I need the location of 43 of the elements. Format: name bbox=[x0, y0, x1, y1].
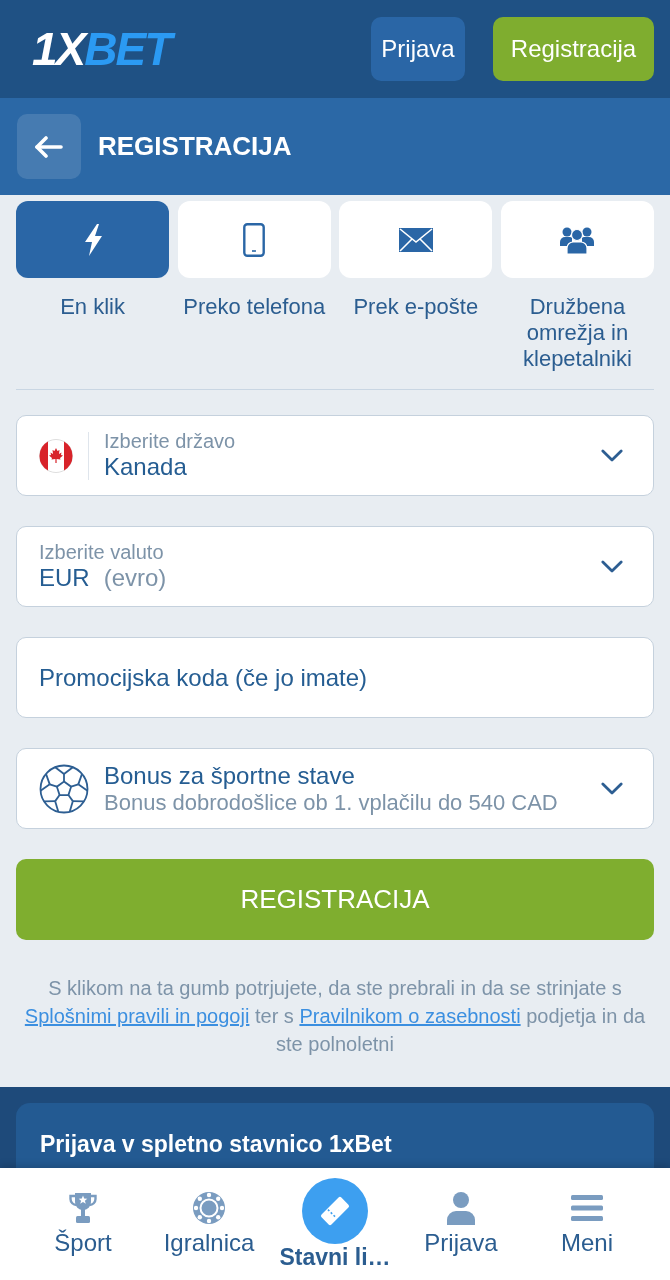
currency-select[interactable]: Izberite valuto EUR (evro) bbox=[16, 526, 654, 607]
back-icon bbox=[35, 135, 63, 158]
nav-item[interactable]: Igralnica bbox=[146, 1168, 272, 1280]
person-icon bbox=[444, 1191, 478, 1225]
chevron-down-icon bbox=[601, 560, 623, 573]
currency-name: (evro) bbox=[103, 562, 167, 593]
canada-flag-icon bbox=[39, 438, 73, 473]
field-value: EUR bbox=[39, 562, 90, 593]
nav-item[interactable]: Stavni li… bbox=[272, 1168, 398, 1280]
method-label: Prek e-pošte bbox=[353, 294, 479, 320]
method-label: Preko telefona bbox=[183, 294, 326, 320]
field-label: Izberite državo bbox=[104, 429, 237, 452]
method-label: En klik bbox=[60, 294, 125, 320]
login-button[interactable]: Prijava bbox=[371, 17, 465, 81]
chevron-down-icon bbox=[601, 782, 623, 795]
field-label: Izberite valuto bbox=[39, 540, 165, 563]
field-value: Kanada bbox=[104, 451, 188, 482]
logo: 1XBET bbox=[32, 26, 175, 72]
nav-item[interactable]: Šport bbox=[20, 1168, 146, 1280]
nav-item[interactable]: Meni bbox=[524, 1168, 650, 1280]
ticket-icon bbox=[302, 1178, 368, 1244]
trophy-icon bbox=[66, 1191, 100, 1225]
poker-chip-icon bbox=[192, 1191, 226, 1225]
method-tab[interactable] bbox=[16, 201, 170, 278]
people-icon bbox=[560, 225, 595, 254]
method-tab[interactable] bbox=[339, 201, 493, 278]
phone-icon bbox=[243, 222, 266, 257]
country-select[interactable]: Izberite državo Kanada bbox=[16, 415, 654, 496]
lightning-icon bbox=[82, 223, 103, 256]
chevron-down-icon bbox=[601, 449, 623, 462]
football-icon bbox=[39, 763, 89, 814]
method-label: Družbena omrežja in klepetalniki bbox=[522, 294, 633, 372]
bonus-description: Bonus dobrodošlice ob 1. vplačilu do 540 CAD bbox=[104, 789, 559, 816]
method-tab[interactable] bbox=[500, 201, 654, 278]
bonus-title: Bonus za športne stave bbox=[104, 761, 356, 790]
envelope-icon bbox=[398, 227, 433, 252]
terms-text: S klikom na ta gumb potrjujete, da ste prebrali in da se strinjate s Splošnimi pravili in pogoji ter s Pravilnikom o zasebnosti podjetja in da ste polnoletni bbox=[23, 976, 647, 1057]
nav-item[interactable]: Prijava bbox=[398, 1168, 524, 1280]
bonus-select[interactable]: Bonus za športne stave Bonus dobrodošlice ob 1. vplačilu do 540 CAD bbox=[16, 748, 654, 829]
promo-code-field[interactable]: Promocijska koda (če jo imate) bbox=[16, 637, 654, 718]
page-title: REGISTRACIJA bbox=[98, 131, 292, 162]
footer-title: Prijava v spletno stavnico 1xBet bbox=[40, 1131, 393, 1157]
back-button[interactable] bbox=[17, 114, 81, 179]
